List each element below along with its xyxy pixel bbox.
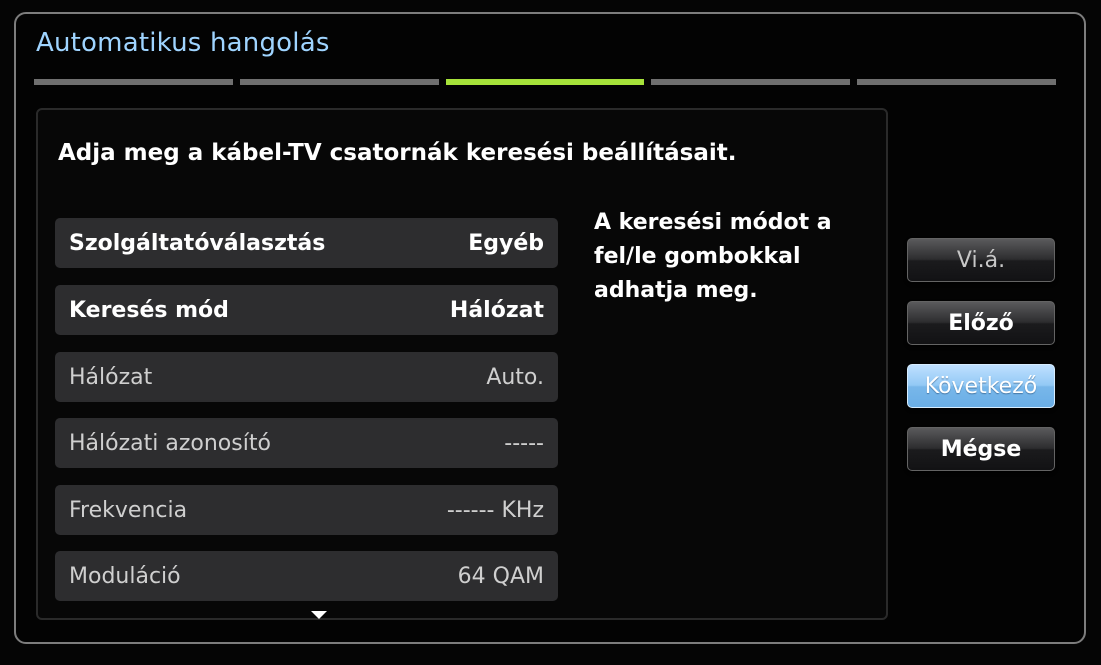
setting-value: Egyéb [468, 230, 544, 256]
instruction-text: Adja meg a kábel-TV csatornák keresési b… [58, 140, 737, 166]
setting-label: Moduláció [69, 563, 181, 589]
help-line: adhatja meg. [594, 278, 758, 303]
next-button[interactable]: Következő [907, 364, 1055, 408]
cancel-button[interactable]: Mégse [907, 427, 1055, 471]
progress-step-1 [34, 79, 233, 85]
setting-label: Keresés mód [69, 297, 229, 323]
dialog-title: Automatikus hangolás [36, 28, 330, 58]
setting-label: Szolgáltatóválasztás [69, 230, 326, 256]
setting-row-provider[interactable]: Szolgáltatóválasztás Egyéb [55, 218, 558, 268]
help-line: fel/le gombokkal [594, 244, 801, 269]
setting-value: Auto. [486, 364, 544, 390]
reset-button[interactable]: Vi.á. [907, 238, 1055, 282]
chevron-down-icon [311, 611, 327, 619]
progress-step-2 [239, 79, 439, 85]
help-text: A keresési módot a fel/le gombokkal adha… [594, 206, 854, 308]
setting-value: ----- [504, 430, 544, 456]
setting-row-frequency[interactable]: Frekvencia ------ KHz [55, 485, 558, 535]
progress-step-5 [857, 79, 1056, 85]
setting-row-network-id[interactable]: Hálózati azonosító ----- [55, 418, 558, 468]
setting-row-modulation[interactable]: Moduláció 64 QAM [55, 551, 558, 601]
progress-steps [34, 79, 1056, 87]
setting-label: Frekvencia [69, 497, 188, 523]
help-line: A keresési módot a [594, 210, 832, 235]
setting-row-search-mode[interactable]: Keresés mód Hálózat [55, 285, 558, 335]
setting-label: Hálózati azonosító [69, 430, 271, 456]
setting-value: 64 QAM [457, 563, 544, 589]
setting-row-network[interactable]: Hálózat Auto. [55, 352, 558, 402]
previous-button[interactable]: Előző [907, 301, 1055, 345]
progress-step-3 [445, 79, 645, 85]
setting-label: Hálózat [69, 364, 153, 390]
setting-value: ------ KHz [446, 497, 544, 523]
progress-step-4 [651, 79, 851, 85]
setting-value: Hálózat [449, 297, 544, 323]
